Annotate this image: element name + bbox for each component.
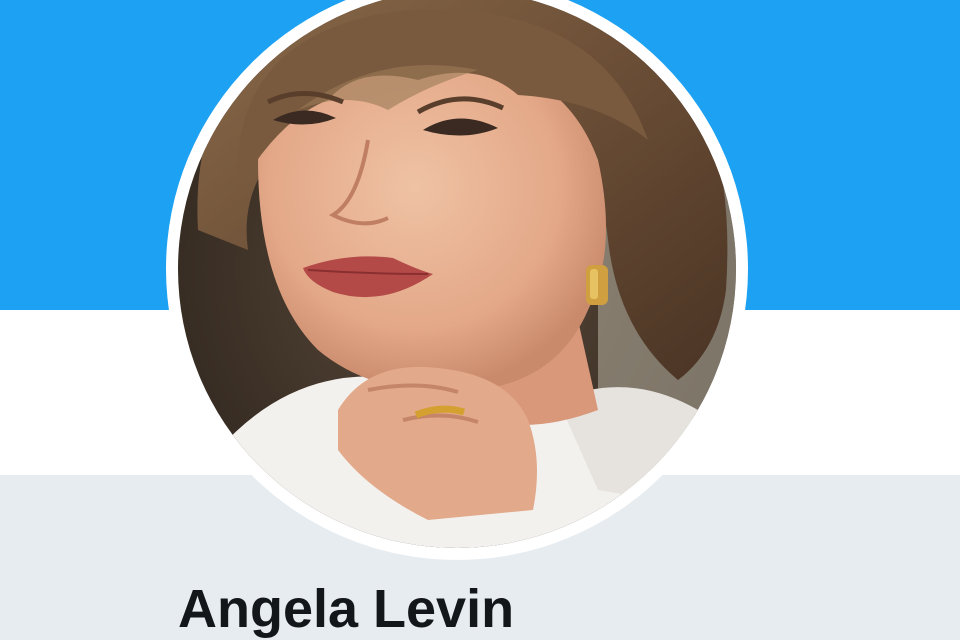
avatar[interactable] (178, 0, 736, 548)
avatar-photo (178, 0, 736, 548)
profile-avatar-link[interactable] (166, 0, 748, 560)
profile-display-name[interactable]: Angela Levin (178, 578, 514, 640)
profile-page: Angela Levin (0, 0, 960, 640)
